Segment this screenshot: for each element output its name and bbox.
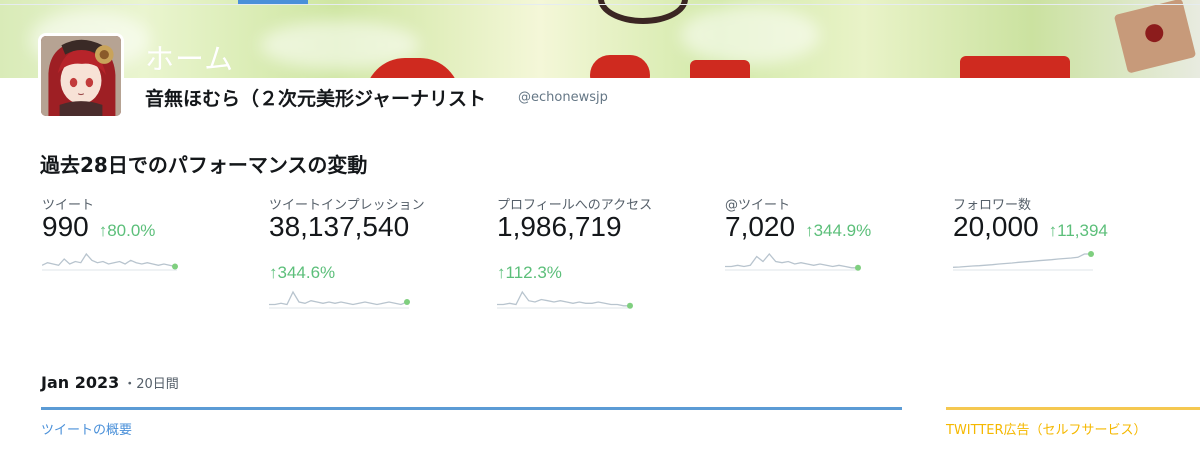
metric-label: @ツイート — [725, 198, 791, 213]
sparkline-line — [269, 290, 408, 306]
sparkline-chart — [497, 290, 633, 309]
page-title: ホーム — [145, 42, 235, 76]
metric-change: ↑344.9% — [805, 221, 872, 240]
sparkline-endpoint — [855, 264, 861, 271]
tweets-tab-underline — [41, 407, 902, 410]
sparkline-chart — [269, 290, 410, 309]
ads-tab-underline — [946, 407, 1200, 410]
profile-name[interactable]: 音無ほむら（２次元美形ジャーナリスト — [145, 84, 486, 111]
metric-value: 990 — [42, 211, 89, 242]
sparkline-chart — [725, 252, 861, 271]
profile-handle[interactable]: @echonewsjp — [518, 90, 608, 105]
metric-value: 1,986,719 — [497, 211, 622, 242]
sparkline-endpoint — [627, 302, 633, 309]
tab-tweets-overview[interactable]: ツイートの概要 — [41, 419, 132, 438]
avatar[interactable] — [38, 33, 124, 119]
metric-label: ツイート — [42, 198, 95, 213]
sparkline-line — [497, 290, 630, 307]
performance-section-title: 過去28日でのパフォーマンスの変動 — [40, 153, 368, 177]
metric-label: プロフィールへのアクセス — [497, 198, 653, 213]
metric-change: ↑112.3% — [497, 263, 562, 282]
arrow-up-icon: ↑ — [805, 221, 814, 240]
arrow-up-icon: ↑ — [98, 221, 108, 240]
metric-mentions[interactable]: @ツイート 7,020 ↑344.9% — [725, 194, 871, 273]
sparkline-line — [42, 252, 176, 268]
avatar-illustration — [41, 36, 121, 116]
metric-value: 20,000 — [953, 211, 1039, 242]
arrow-up-icon: ↑ — [1048, 221, 1058, 240]
top-divider — [0, 4, 1200, 5]
sparkline-chart — [953, 251, 1094, 271]
tab-twitter-ads[interactable]: TWITTER広告（セルフサービス） — [946, 419, 1147, 438]
arrow-up-icon: ↑ — [269, 263, 278, 282]
metric-profile-visits[interactable]: プロフィールへのアクセス 1,986,719 ↑112.3% — [497, 194, 652, 311]
period-header: Jan 2023 ・20日間 — [41, 373, 179, 392]
metric-change: ↑11,394 — [1048, 221, 1108, 240]
sparkline-endpoint — [404, 299, 410, 305]
sparkline-endpoint — [172, 263, 178, 270]
metric-followers[interactable]: フォロワー数 20,000 ↑11,394 — [953, 194, 1108, 273]
metric-impressions[interactable]: ツイートインプレッション 38,137,540 ↑344.6% — [269, 194, 425, 311]
metric-value: 7,020 — [725, 211, 796, 242]
period-days: ・20日間 — [123, 377, 179, 392]
period-label: Jan 2023 — [41, 373, 120, 392]
metric-tweets[interactable]: ツイート 990 ↑80.0% — [42, 194, 182, 273]
sparkline-endpoint — [1088, 251, 1094, 257]
sparkline-chart — [42, 252, 178, 271]
metric-value: 38,137,540 — [269, 211, 410, 242]
metric-change: ↑80.0% — [98, 221, 156, 240]
active-nav-indicator — [238, 0, 308, 4]
sparkline-line — [953, 253, 1091, 268]
arrow-up-icon: ↑ — [497, 263, 506, 282]
metric-change: ↑344.6% — [269, 263, 336, 282]
sparkline-line — [725, 252, 858, 269]
metric-label: フォロワー数 — [953, 198, 1032, 213]
metric-label: ツイートインプレッション — [269, 198, 425, 213]
